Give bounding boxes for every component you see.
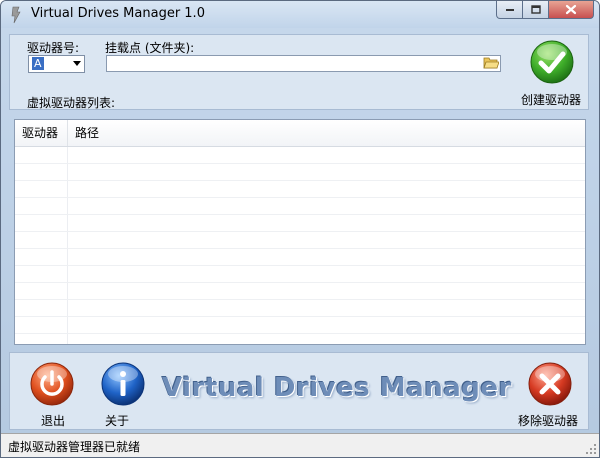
grid-line (15, 180, 585, 181)
remove-icon (528, 362, 572, 406)
grid-line (15, 299, 585, 300)
exit-label: 退出 (41, 414, 66, 428)
folder-open-icon[interactable] (483, 56, 499, 70)
drive-letter-value: A (32, 57, 44, 70)
grid-line (15, 282, 585, 283)
close-icon (565, 4, 577, 15)
column-header-path[interactable]: 路径 (68, 120, 585, 146)
status-text: 虚拟驱动器管理器已就绪 (8, 440, 141, 454)
power-icon (30, 362, 74, 406)
status-bar: 虚拟驱动器管理器已就绪 (1, 433, 599, 457)
drive-list-label: 虚拟驱动器列表: (27, 96, 116, 110)
list-header: 驱动器 路径 (15, 120, 585, 147)
grid-line (15, 231, 585, 232)
create-drive-button[interactable]: 创建驱动器 (518, 39, 588, 109)
window-title: Virtual Drives Manager 1.0 (31, 6, 205, 21)
app-window: Virtual Drives Manager 1.0 驱动器号: 挂载点 (文件… (0, 0, 600, 458)
caption-buttons (496, 1, 594, 20)
grid-line (15, 316, 585, 317)
remove-drive-button[interactable]: 移除驱动器 (515, 361, 585, 428)
grid-line (67, 147, 68, 344)
banner-text: Virtual Drives Manager (162, 373, 512, 403)
minimize-button[interactable] (496, 1, 523, 19)
action-panel: 退出 关于 Virtual Drives Manager 移除驱动器 (9, 352, 589, 430)
grid-line (15, 333, 585, 334)
drive-letter-select[interactable]: A (28, 55, 85, 73)
info-icon (101, 362, 145, 406)
maximize-icon (530, 5, 541, 14)
drive-letter-label: 驱动器号: (27, 41, 80, 55)
chevron-down-icon (73, 61, 81, 66)
mount-point-input[interactable] (106, 55, 501, 72)
close-button[interactable] (549, 1, 594, 19)
create-drive-label: 创建驱动器 (521, 93, 582, 107)
about-label: 关于 (105, 414, 130, 428)
title-bar[interactable]: Virtual Drives Manager 1.0 (1, 1, 599, 28)
drive-list[interactable]: 驱动器 路径 (14, 119, 586, 345)
minimize-icon (505, 8, 514, 11)
app-logo-icon (11, 6, 21, 24)
remove-drive-label: 移除驱动器 (518, 414, 579, 428)
grid-line (15, 197, 585, 198)
list-body (15, 147, 585, 344)
maximize-button[interactable] (523, 1, 549, 19)
drive-settings-panel: 驱动器号: 挂载点 (文件夹): A 虚拟驱动器列表: 创建驱动器 (9, 34, 589, 110)
checkmark-icon (530, 40, 574, 84)
resize-grip-icon[interactable] (585, 443, 597, 455)
grid-line (15, 163, 585, 164)
grid-line (15, 265, 585, 266)
grid-line (15, 248, 585, 249)
exit-button[interactable]: 退出 (27, 361, 77, 428)
grid-line (15, 214, 585, 215)
mount-point-label: 挂载点 (文件夹): (105, 41, 195, 55)
about-button[interactable]: 关于 (98, 361, 148, 428)
column-header-drive[interactable]: 驱动器 (15, 120, 68, 146)
